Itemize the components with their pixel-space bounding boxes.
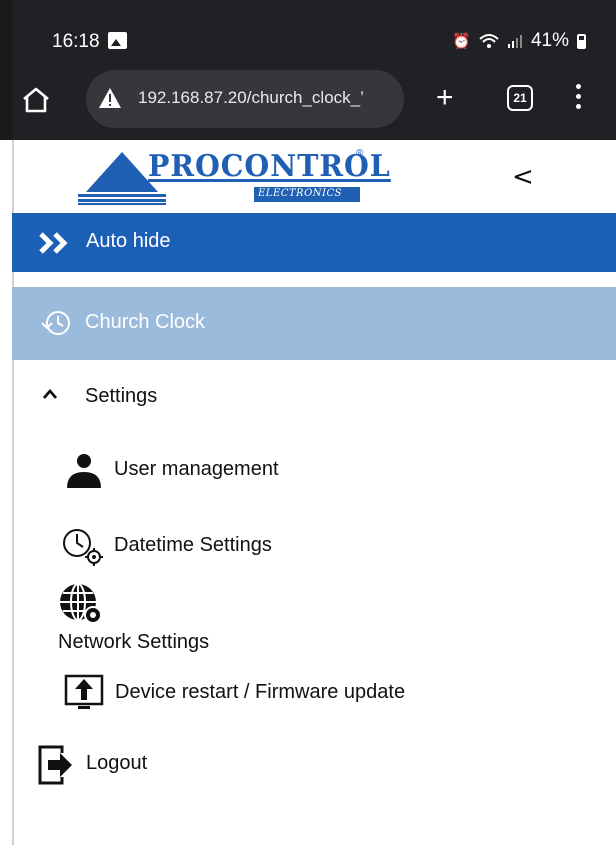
url-bar[interactable]: 192.168.87.20/church_clock_’ <box>86 70 404 128</box>
signal-icon <box>507 35 522 48</box>
user-icon <box>67 454 101 488</box>
url-text[interactable]: 192.168.87.20/church_clock_’ <box>138 88 396 108</box>
device-restart-label: Device restart / Firmware update <box>115 681 406 703</box>
globe-gear-icon <box>60 583 102 624</box>
logo-text: PROCONTROL <box>148 149 391 184</box>
battery-icon <box>577 33 586 49</box>
clock-gear-icon <box>63 529 103 566</box>
gallery-icon <box>108 32 127 49</box>
status-time: 16:18 <box>52 31 100 52</box>
logout-icon[interactable] <box>36 743 76 787</box>
new-tab-button[interactable]: + <box>436 83 454 113</box>
more-vert-icon[interactable] <box>575 84 581 114</box>
user-management-item[interactable]: User management <box>64 452 464 492</box>
settings-label: Settings <box>85 385 158 407</box>
warning-icon[interactable] <box>98 87 122 109</box>
logo-registered: ® <box>356 148 364 159</box>
settings-toggle[interactable]: Settings <box>12 374 616 420</box>
double-chevron-right-icon <box>39 232 68 254</box>
logo-subtitle: ELECTRONICS <box>258 188 342 199</box>
battery-text: 41% <box>530 30 569 51</box>
history-clock-icon <box>41 311 70 335</box>
browser-chrome: 16:18 ⏰ 41% 192.168.87.20/church_clock_’… <box>0 0 616 140</box>
procontrol-logo: PROCONTROL ® ELECTRONICS <box>76 148 390 208</box>
chrome-edge <box>0 0 12 140</box>
home-icon[interactable] <box>20 86 52 114</box>
logout-item[interactable]: Logout <box>86 752 147 775</box>
wifi-icon <box>479 34 499 48</box>
datetime-settings-label: Datetime Settings <box>114 534 272 556</box>
network-settings-label: Network Settings <box>58 631 210 653</box>
auto-hide-label: Auto hide <box>86 230 171 252</box>
alarm-icon: ⏰ <box>452 33 471 50</box>
upload-icon <box>64 674 104 709</box>
collapse-sidebar-button[interactable]: < <box>512 162 534 192</box>
status-icons: ⏰ 41% <box>452 30 586 52</box>
auto-hide-item[interactable]: Auto hide <box>12 213 616 272</box>
network-settings-item[interactable]: Network Settings <box>58 582 458 658</box>
church-clock-item[interactable]: Church Clock <box>12 287 616 360</box>
chevron-up-icon <box>42 388 58 399</box>
device-restart-item[interactable]: Device restart / Firmware update <box>63 673 483 713</box>
church-clock-label: Church Clock <box>85 311 206 333</box>
user-management-label: User management <box>114 458 279 480</box>
tabs-button[interactable]: 21 <box>507 85 533 111</box>
datetime-settings-item[interactable]: Datetime Settings <box>60 527 460 567</box>
